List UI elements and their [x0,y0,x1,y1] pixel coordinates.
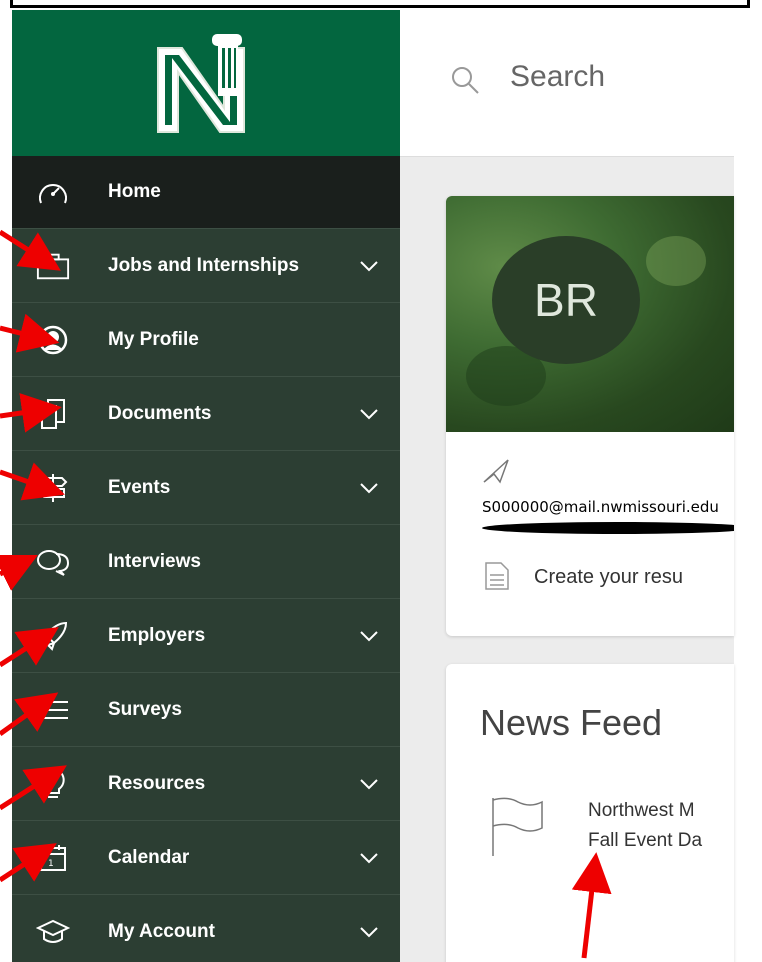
sidebar-item-documents[interactable]: Documents [12,377,400,451]
sidebar-item-label: Surveys [108,698,182,720]
paper-plane-icon [483,459,509,484]
svg-text:1: 1 [48,859,54,869]
news-item-title[interactable]: Northwest M [588,800,695,822]
search-icon [452,67,479,94]
main-content: Search BR S000000@mail.nwmissouri.edu Cr… [400,10,762,962]
chevron-down-icon[interactable] [360,260,378,272]
sidebar-item-interviews[interactable]: Interviews [12,525,400,599]
chevron-down-icon[interactable] [360,926,378,938]
sidebar-item-label: Resources [108,772,206,794]
dashboard-icon [36,175,70,209]
profile-card: BR S000000@mail.nwmissouri.edu Create yo… [446,196,734,636]
news-item-subtitle[interactable]: Fall Event Da [588,830,702,852]
redaction-mark [482,522,734,534]
avatar[interactable]: BR [492,236,640,364]
calendar-icon: 1 [36,841,70,875]
sidebar-item-label: My Profile [108,328,199,350]
sidebar-item-label: Calendar [108,846,190,868]
svg-text:★: ★ [37,698,46,709]
news-feed-title: News Feed [480,702,663,743]
sidebar-item-label: Home [108,181,161,202]
search-input[interactable]: Search [510,60,605,94]
sidebar-item-label: Jobs and Internships [108,254,300,276]
profile-banner: BR [446,196,734,432]
sidebar-item-surveys[interactable]: ★ Surveys [12,673,400,747]
search-bar[interactable]: Search [400,10,734,157]
northwest-logo-icon [157,34,245,133]
lightbulb-icon [36,767,70,801]
list-icon: ★ [36,693,70,727]
avatar-initials: BR [534,274,598,326]
sidebar-item-label: Documents [108,402,212,424]
chevron-down-icon[interactable] [360,408,378,420]
signpost-icon [36,471,70,505]
logo-area[interactable] [12,10,400,156]
rocket-icon [36,619,70,653]
documents-icon [36,397,70,431]
sidebar-nav: Home Jobs and Internships My Profile Doc… [12,156,400,962]
document-icon [485,562,509,590]
chevron-down-icon[interactable] [360,852,378,864]
graduation-cap-icon [36,915,70,949]
sidebar-item-label: Interviews [108,550,201,572]
sidebar: Home Jobs and Internships My Profile Doc… [12,10,400,962]
annotation-box [10,0,750,8]
sidebar-item-resources[interactable]: Resources [12,747,400,821]
sidebar-item-my-account[interactable]: My Account [12,895,400,962]
chevron-down-icon[interactable] [360,630,378,642]
sidebar-item-employers[interactable]: Employers [12,599,400,673]
sidebar-item-jobs-and-internships[interactable]: Jobs and Internships [12,229,400,303]
sidebar-item-my-profile[interactable]: My Profile [12,303,400,377]
sidebar-item-label: Employers [108,624,206,646]
create-resume-link[interactable]: Create your resu [534,566,683,589]
sidebar-item-label: My Account [108,920,215,942]
chevron-down-icon[interactable] [360,482,378,494]
profile-icon [36,323,70,357]
chevron-down-icon[interactable] [360,778,378,790]
sidebar-item-label: Events [108,476,171,498]
content-gutter [734,10,762,962]
sidebar-item-home[interactable]: Home [12,156,400,229]
flag-icon [492,797,543,856]
briefcase-icon [36,249,70,283]
profile-email: S000000@mail.nwmissouri.edu [482,498,719,516]
sidebar-item-events[interactable]: Events [12,451,400,525]
news-feed-card: News Feed Northwest M Fall Event Da [446,664,734,962]
sidebar-item-calendar[interactable]: 1 Calendar [12,821,400,895]
chat-bubbles-icon [36,545,70,579]
